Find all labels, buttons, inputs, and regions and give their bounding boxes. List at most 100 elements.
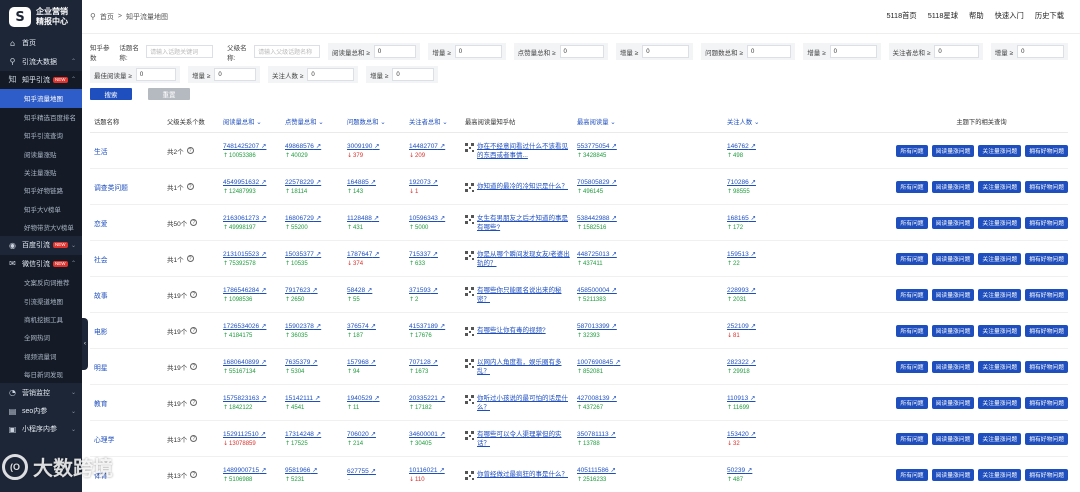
metric-value-link[interactable]: 2131015523 ↗ (223, 250, 282, 258)
sidebar-item-4[interactable]: 知乎精选百度排名 (0, 107, 82, 126)
help-icon[interactable]: ? (190, 291, 198, 298)
qr-code-icon[interactable] (465, 394, 474, 404)
metric-value-link[interactable]: 706020 ↗ (347, 430, 406, 438)
follow-rising-button[interactable]: 关注量涨问题 (978, 252, 1022, 265)
qr-code-icon[interactable] (465, 142, 474, 152)
col-question-header[interactable]: 问题数总和 ⌄ (344, 117, 406, 126)
qr-code-icon[interactable] (465, 182, 474, 192)
all-questions-button[interactable]: 所有问题 (896, 324, 928, 337)
reset-button[interactable]: 重置 (148, 88, 190, 100)
metric-value-link[interactable]: 153420 ↗ (727, 430, 892, 438)
col-follower-header[interactable]: 关注者总和 ⌄ (406, 117, 462, 126)
metric-value-link[interactable]: 14482707 ↗ (409, 142, 462, 150)
read-rising-button[interactable]: 阅读量涨问题 (931, 216, 975, 229)
help-icon[interactable]: ? (190, 399, 198, 406)
sidebar-item-16[interactable]: 全网热词 (0, 328, 82, 347)
filter-input[interactable]: 0 (392, 68, 434, 81)
sidebar-item-17[interactable]: 视频流量词 (0, 346, 82, 366)
filter-input[interactable]: 0 (307, 68, 354, 81)
read-rising-button[interactable]: 阅读量涨问题 (931, 468, 975, 481)
help-icon[interactable]: ? (190, 219, 198, 226)
help-icon[interactable]: ? (190, 363, 198, 370)
metric-value-link[interactable]: 1128488 ↗ (347, 214, 406, 222)
all-questions-button[interactable]: 所有问题 (896, 216, 928, 229)
read-rising-button[interactable]: 阅读量涨问题 (931, 180, 975, 193)
metric-value-link[interactable]: 7917623 ↗ (285, 286, 344, 294)
metric-value-link[interactable]: 34600001 ↗ (409, 430, 462, 438)
metric-value-link[interactable]: 707128 ↗ (409, 358, 462, 366)
topic-input[interactable]: 请输入话题关键词 (146, 45, 214, 58)
topic-link[interactable]: 恋爱 (94, 221, 108, 228)
top-link-5118-home[interactable]: 5118首页 (886, 11, 916, 21)
metric-value-link[interactable]: 17314248 ↗ (285, 430, 344, 438)
sidebar-item-14[interactable]: 引流渠道地图 (0, 291, 82, 310)
metric-value-link[interactable]: 50239 ↗ (727, 466, 892, 474)
sidebar-item-11[interactable]: ◉ 百度引流 NEW ⌄ (0, 236, 82, 254)
sidebar-item-9[interactable]: 知乎大V榜单 (0, 199, 82, 218)
metric-value-link[interactable]: 587013399 ↗ (577, 322, 724, 330)
topic-link[interactable]: 故事 (94, 293, 108, 300)
metric-value-link[interactable]: 2163061273 ↗ (223, 214, 282, 222)
filter-input[interactable]: 0 (559, 45, 604, 58)
topic-link[interactable]: 调查类问题 (94, 185, 128, 192)
metric-value-link[interactable]: 164885 ↗ (347, 178, 406, 186)
metric-value-link[interactable]: 58428 ↗ (347, 286, 406, 294)
follow-rising-button[interactable]: 关注量涨问题 (978, 432, 1022, 445)
metric-value-link[interactable]: 15035377 ↗ (285, 250, 344, 258)
metric-value-link[interactable]: 1940529 ↗ (347, 394, 406, 402)
goods-button[interactable]: 拥有好物问题 (1025, 324, 1068, 337)
metric-value-link[interactable]: 20335221 ↗ (409, 394, 462, 402)
sidebar-item-2[interactable]: 知知乎引流 NEW ⌃ (0, 70, 82, 90)
metric-value-link[interactable]: 371593 ↗ (409, 286, 462, 294)
sidebar-collapse-handle[interactable]: ‹ (82, 318, 88, 370)
sidebar-item-1[interactable]: ⚲ 引流大数据 ⌃ (0, 52, 82, 70)
metric-value-link[interactable]: 705805829 ↗ (577, 178, 724, 186)
top-link-history-download[interactable]: 历史下载 (1035, 11, 1064, 21)
metric-value-link[interactable]: 1575823163 ↗ (223, 394, 282, 402)
metric-value-link[interactable]: 1529112510 ↗ (223, 430, 282, 438)
read-rising-button[interactable]: 阅读量涨问题 (931, 432, 975, 445)
metric-value-link[interactable]: 1680640899 ↗ (223, 358, 282, 366)
follow-rising-button[interactable]: 关注量涨问题 (978, 180, 1022, 193)
metric-value-link[interactable]: 1726534026 ↗ (223, 322, 282, 330)
top-post-link[interactable]: 女生有男朋友之后才知道的事是有哪些? (477, 214, 574, 232)
qr-code-icon[interactable] (465, 286, 474, 296)
top-post-link[interactable]: 以网内人角度看，娱乐圈有多乱？ (477, 358, 574, 376)
metric-value-link[interactable]: 376574 ↗ (347, 322, 406, 330)
topic-link[interactable]: 电影 (94, 329, 108, 336)
read-rising-button[interactable]: 阅读量涨问题 (931, 252, 975, 265)
top-link-quick-start[interactable]: 快速入门 (995, 11, 1024, 21)
filter-input[interactable]: 0 (934, 45, 979, 58)
qr-code-icon[interactable] (465, 358, 474, 368)
qr-code-icon[interactable] (465, 430, 474, 440)
top-post-link[interactable]: 有哪些可以令人渠理掌但的实话？ (477, 430, 574, 448)
metric-value-link[interactable]: 22578229 ↗ (285, 178, 344, 186)
goods-button[interactable]: 拥有好物问题 (1025, 144, 1068, 157)
logo[interactable]: S 企业营销 精报中心 (0, 0, 82, 34)
follow-rising-button[interactable]: 关注量涨问题 (978, 360, 1022, 373)
metric-value-link[interactable]: 1786546284 ↗ (223, 286, 282, 294)
help-icon[interactable]: ? (190, 471, 198, 478)
filter-input[interactable]: 0 (829, 45, 877, 58)
col-best-read-header[interactable]: 最高阅读量 ⌄ (574, 117, 724, 126)
all-questions-button[interactable]: 所有问题 (896, 360, 928, 373)
goods-button[interactable]: 拥有好物问题 (1025, 468, 1068, 481)
metric-value-link[interactable]: 9581966 ↗ (285, 466, 344, 474)
top-post-link[interactable]: 你曾经做过最疯狂的事是什么？ (477, 470, 568, 479)
all-questions-button[interactable]: 所有问题 (896, 180, 928, 193)
read-rising-button[interactable]: 阅读量涨问题 (931, 360, 975, 373)
follow-rising-button[interactable]: 关注量涨问题 (978, 144, 1022, 157)
filter-input[interactable]: 0 (746, 45, 792, 58)
metric-value-link[interactable]: 553775054 ↗ (577, 142, 724, 150)
metric-value-link[interactable]: 146762 ↗ (727, 142, 892, 150)
follow-rising-button[interactable]: 关注量涨问题 (978, 216, 1022, 229)
top-post-link[interactable]: 你是从哪个瞬间发现女友/老婆出轨的？ (477, 250, 574, 268)
sidebar-item-5[interactable]: 知乎引流查询 (0, 125, 82, 145)
help-icon[interactable]: ? (186, 147, 194, 154)
metric-value-link[interactable]: 228993 ↗ (727, 286, 892, 294)
top-post-link[interactable]: 有哪些让你有毒的视频? (477, 326, 546, 335)
sidebar-item-19[interactable]: ◔ 营销监控 ⌄ (0, 383, 82, 401)
metric-value-link[interactable]: 159513 ↗ (727, 250, 892, 258)
all-questions-button[interactable]: 所有问题 (896, 396, 928, 409)
all-questions-button[interactable]: 所有问题 (896, 432, 928, 445)
